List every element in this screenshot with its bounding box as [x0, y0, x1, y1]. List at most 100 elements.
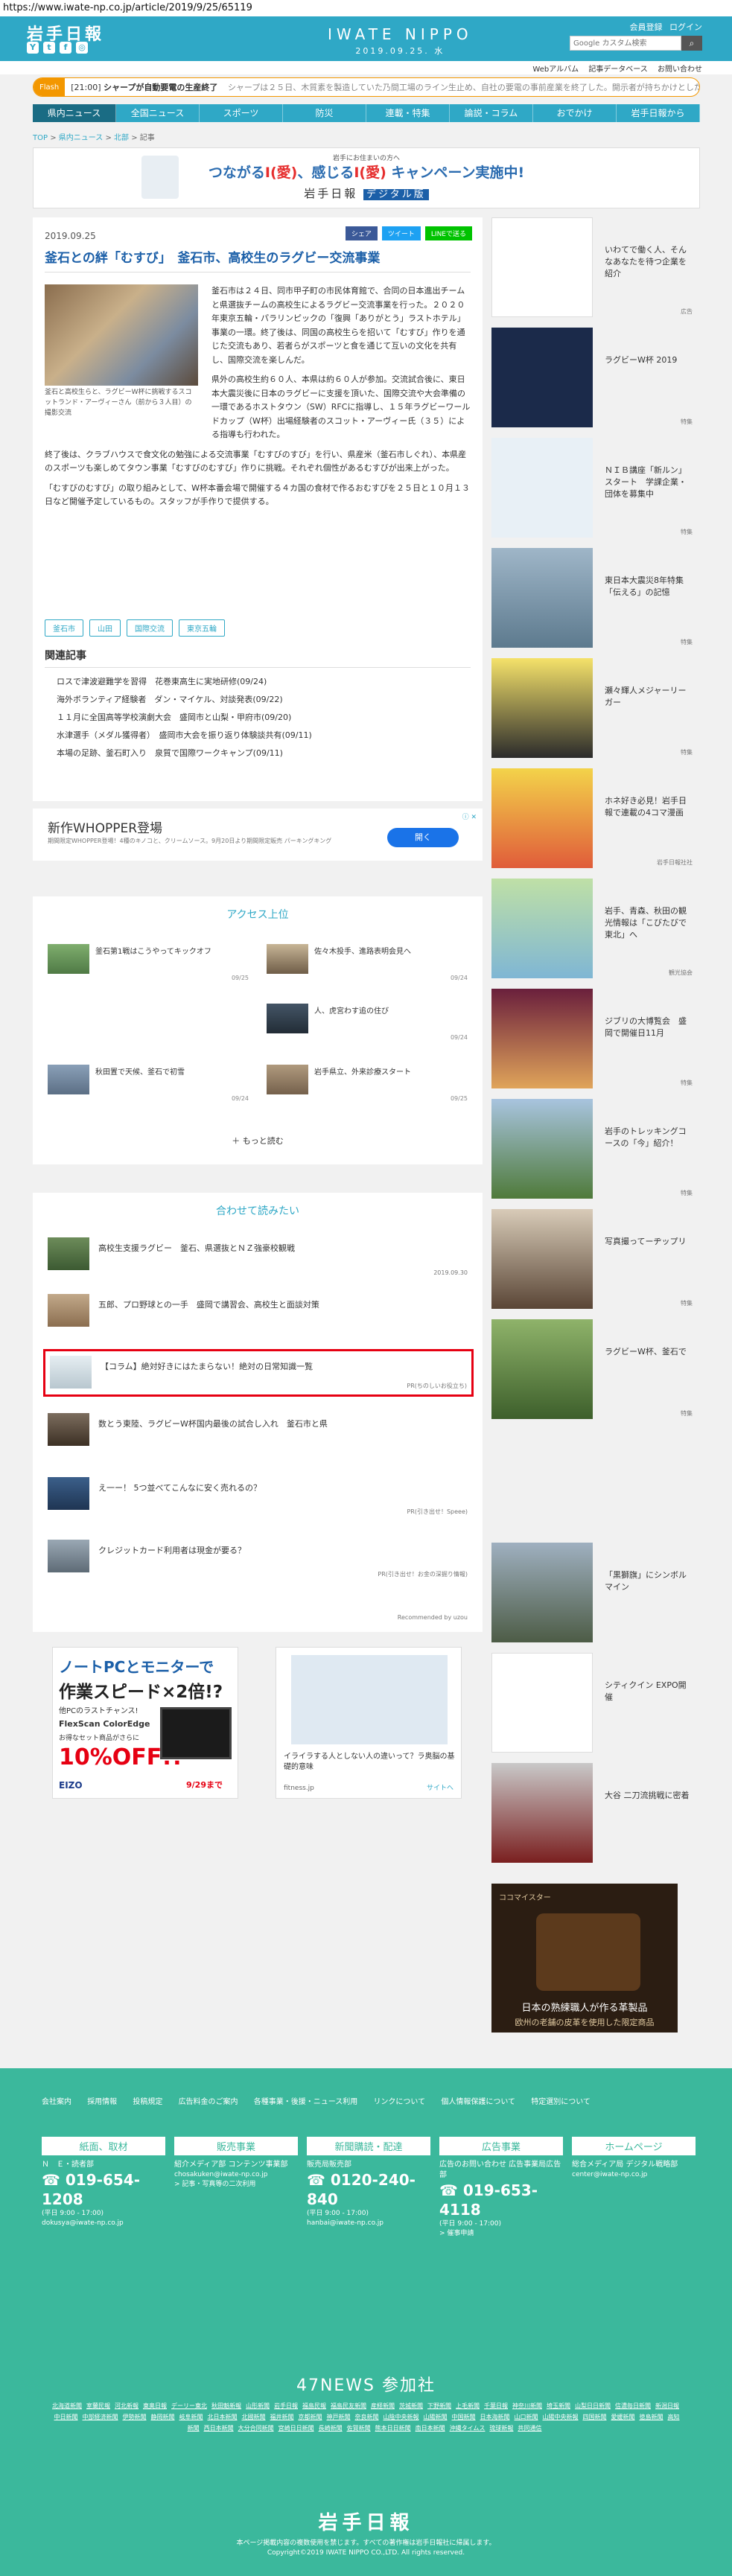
login-link[interactable]: ログイン — [669, 22, 702, 32]
member-paper-link[interactable]: 山陽中央新報 — [543, 2414, 579, 2420]
cocomeister-ad[interactable]: 日本の熟練職人が作る革製品 欧州の老舗の皮革を使用した限定商品 ココマイスター — [491, 1884, 678, 2033]
member-paper-link[interactable]: 新潟日報 — [655, 2403, 679, 2409]
footer-card-link[interactable]: > 記事・写真等の二次利用 — [174, 2180, 298, 2190]
nav-from-nippo[interactable]: 岩手日報から — [617, 104, 700, 122]
sidebar-item[interactable]: シティクイン EXPO開催 — [491, 1653, 697, 1756]
breadcrumb-top[interactable]: TOP — [33, 134, 48, 142]
line-share-button[interactable]: LINEで送る — [424, 226, 472, 240]
browser-url-bar[interactable]: https://www.iwate-np.co.jp/article/2019/… — [0, 0, 732, 16]
article-db-link[interactable]: 記事データベース — [588, 66, 648, 74]
sidebar-item[interactable]: 「黒獅旗」にシンボルマイン — [491, 1543, 697, 1645]
sidebar-item[interactable]: ＮＩＢ講座「新ルン」スタート 学課企業・団体を募集中 特集 — [491, 438, 697, 541]
member-paper-link[interactable]: 共同通信 — [518, 2425, 541, 2432]
member-paper-link[interactable]: 中部経済新聞 — [83, 2414, 118, 2420]
ranking-item[interactable]: 人、虎宮わす追の住び 09/24 — [267, 1001, 468, 1042]
member-paper-link[interactable]: 千葉日報 — [484, 2403, 508, 2409]
member-paper-link[interactable]: 神戸新聞 — [327, 2414, 351, 2420]
member-paper-link[interactable]: 福井新聞 — [270, 2414, 294, 2420]
flash-news-ticker[interactable]: Flash [21:00] シャープが自動要電の生産終了 シャープは２５日、木質… — [33, 77, 700, 97]
facebook-icon[interactable]: f — [60, 42, 71, 54]
nav-outing[interactable]: おでかけ — [533, 104, 617, 122]
member-paper-link[interactable]: 信濃毎日新聞 — [615, 2403, 651, 2409]
tag-link[interactable]: 山田 — [89, 619, 121, 637]
campaign-banner[interactable]: 岩手にお住まいの方へ つながるI(愛)、感じるI(愛) キャンペーン実施中! 岩… — [33, 147, 700, 208]
member-paper-link[interactable]: 岩手日報 — [274, 2403, 298, 2409]
nav-series[interactable]: 連載・特集 — [366, 104, 450, 122]
footer-card-title[interactable]: 広告事業 — [439, 2137, 563, 2155]
member-paper-link[interactable]: 西日本新聞 — [204, 2425, 234, 2432]
web-album-link[interactable]: Webアルバム — [532, 66, 579, 74]
ad-site-link[interactable]: サイトへ — [427, 1782, 453, 1792]
member-paper-link[interactable]: 徳島新聞 — [640, 2414, 663, 2420]
member-paper-link[interactable]: デーリー東北 — [171, 2403, 207, 2409]
tag-link[interactable]: 釜石市 — [45, 619, 83, 637]
nav-local-news[interactable]: 県内ニュース — [33, 104, 116, 122]
footer-card-email[interactable]: chosakuken@iwate-np.co.jp — [174, 2170, 298, 2180]
member-paper-link[interactable]: 山陽新聞 — [424, 2414, 448, 2420]
member-paper-link[interactable]: 茨城新聞 — [399, 2403, 423, 2409]
member-paper-link[interactable]: 京都新聞 — [299, 2414, 322, 2420]
member-paper-link[interactable]: 岐阜新聞 — [179, 2414, 203, 2420]
ranking-item[interactable]: 岩手県立、外来診療スタート 09/25 — [267, 1062, 468, 1103]
footer-link[interactable]: 個人情報保護について — [441, 2098, 515, 2106]
member-paper-link[interactable]: 南日本新聞 — [416, 2425, 445, 2432]
related-link[interactable]: ロスで津波避難学を習得 花巻東高生に実地研修(09/24) — [45, 672, 471, 690]
facebook-share-button[interactable]: シェア — [345, 226, 378, 240]
whopper-ad[interactable]: 新作WHOPPER登場 期間限定WHOPPER登場！4種のキノコと、クリームソー… — [33, 809, 483, 861]
recommended-item-highlighted[interactable]: 【コラム】絶対好きにはたまらない！絶対の日常知識一覧 PR(ちのしいお役立ち) — [43, 1349, 474, 1397]
member-paper-link[interactable]: 熊本日日新聞 — [375, 2425, 411, 2432]
sidebar-item[interactable]: 瀬々輝人メジャーリーガー 特集 — [491, 658, 697, 761]
member-paper-link[interactable]: 秋田魁新報 — [211, 2403, 241, 2409]
footer-link[interactable]: 特定選別について — [531, 2098, 591, 2106]
sidebar-item[interactable]: ラグビーW杯、釜石で 特集 — [491, 1319, 697, 1422]
footer-link[interactable]: リンクについて — [373, 2098, 425, 2106]
member-paper-link[interactable]: 産経新聞 — [371, 2403, 395, 2409]
contact-link[interactable]: お問い合わせ — [658, 66, 702, 74]
instagram-icon[interactable]: ◎ — [76, 42, 88, 54]
tag-link[interactable]: 東京五輪 — [179, 619, 225, 637]
member-paper-link[interactable]: 琉球新報 — [489, 2425, 513, 2432]
member-paper-link[interactable]: 愛媛新聞 — [611, 2414, 635, 2420]
member-paper-link[interactable]: 下野新聞 — [427, 2403, 451, 2409]
footer-card-email[interactable]: hanbai@iwate-np.co.jp — [307, 2219, 430, 2228]
recommended-item[interactable]: 数とう東陸、ラグビーW杯国内最後の試合し入れ 釜石市と県 — [48, 1409, 468, 1456]
footer-card-title[interactable]: 紙面、取材 — [42, 2137, 165, 2155]
breadcrumb-local[interactable]: 県内ニュース — [59, 134, 104, 142]
nav-national-news[interactable]: 全国ニュース — [116, 104, 200, 122]
related-link[interactable]: １１月に全国高等学校演劇大会 盛岡市と山梨・甲府市(09/20) — [45, 708, 471, 726]
footer-card-link[interactable]: > 催事申請 — [439, 2229, 563, 2239]
footer-link[interactable]: 投稿規定 — [133, 2098, 162, 2106]
twitter-share-button[interactable]: ツイート — [381, 226, 421, 240]
related-link[interactable]: 本場の足跡、釜石町入り 泉質で国際ワークキャンプ(09/11) — [45, 744, 471, 762]
footer-link[interactable]: 各種事業・後援・ニュース利用 — [254, 2098, 358, 2106]
sidebar-item[interactable]: 写真撮ってーヂップリ 特集 — [491, 1209, 697, 1312]
footer-link[interactable]: 会社案内 — [42, 2098, 71, 2106]
footer-card-email[interactable]: dokusya@iwate-np.co.jp — [42, 2219, 165, 2228]
youtube-icon[interactable]: Y — [27, 42, 39, 54]
sidebar-item[interactable]: ホネ好き必見！岩手日報で連載の4コマ漫画 岩手日報社社 — [491, 768, 697, 871]
sidebar-item[interactable]: 岩手、青森、秋田の観光情報は「こびたびで東北」へ 観光協会 — [491, 879, 697, 981]
member-paper-link[interactable]: 山形新聞 — [246, 2403, 270, 2409]
footer-card-title[interactable]: 販売事業 — [174, 2137, 298, 2155]
member-paper-link[interactable]: 日本海新聞 — [480, 2414, 510, 2420]
related-link[interactable]: 海外ボランティア経験者 ダン・マイケル、対談発表(09/22) — [45, 690, 471, 708]
sidebar-item[interactable]: 岩手のトレッキングコースの「今」紹介！ 特集 — [491, 1099, 697, 1202]
recommended-item[interactable]: クレジットカード利用者は現金が要る？ PR(引き出せ！お金の深掘り情報) — [48, 1535, 468, 1583]
flash-text[interactable]: [21:00] シャープが自動要電の生産終了 シャープは２５日、木質素を製造して… — [71, 81, 699, 93]
member-paper-link[interactable]: 東奥日報 — [143, 2403, 167, 2409]
twitter-icon[interactable]: t — [43, 42, 55, 54]
recommended-item[interactable]: 高校生支援ラグビー 釜石、県選抜とＮＺ強豪校観戦 2019.09.30 — [48, 1233, 468, 1281]
member-paper-link[interactable]: 北日本新聞 — [208, 2414, 238, 2420]
flash-headline[interactable]: シャープが自動要電の生産終了 — [104, 83, 217, 92]
eizo-ad[interactable]: ノートPCとモニターで 作業スピード×2倍!? 他PCのラストチャンス! Fle… — [52, 1647, 238, 1799]
member-paper-link[interactable]: 北國新聞 — [242, 2414, 266, 2420]
register-link[interactable]: 会員登録 — [630, 22, 663, 32]
sidebar-item[interactable]: ジブリの大博覧会 盛岡で開催日11月 特集 — [491, 989, 697, 1091]
member-paper-link[interactable]: 四国新聞 — [583, 2414, 607, 2420]
member-paper-link[interactable]: 室蘭民報 — [86, 2403, 110, 2409]
member-paper-link[interactable]: 福島民報 — [302, 2403, 326, 2409]
member-paper-link[interactable]: 佐賀新聞 — [347, 2425, 371, 2432]
recommended-item[interactable]: 五郎、プロ野球との一手 盛岡で講習会、高校生と面談対策 — [48, 1289, 468, 1337]
ranking-item[interactable]: 釜石第1戦はこうやってキックオフ 09/25 — [48, 941, 249, 983]
nav-disaster[interactable]: 防災 — [283, 104, 366, 122]
